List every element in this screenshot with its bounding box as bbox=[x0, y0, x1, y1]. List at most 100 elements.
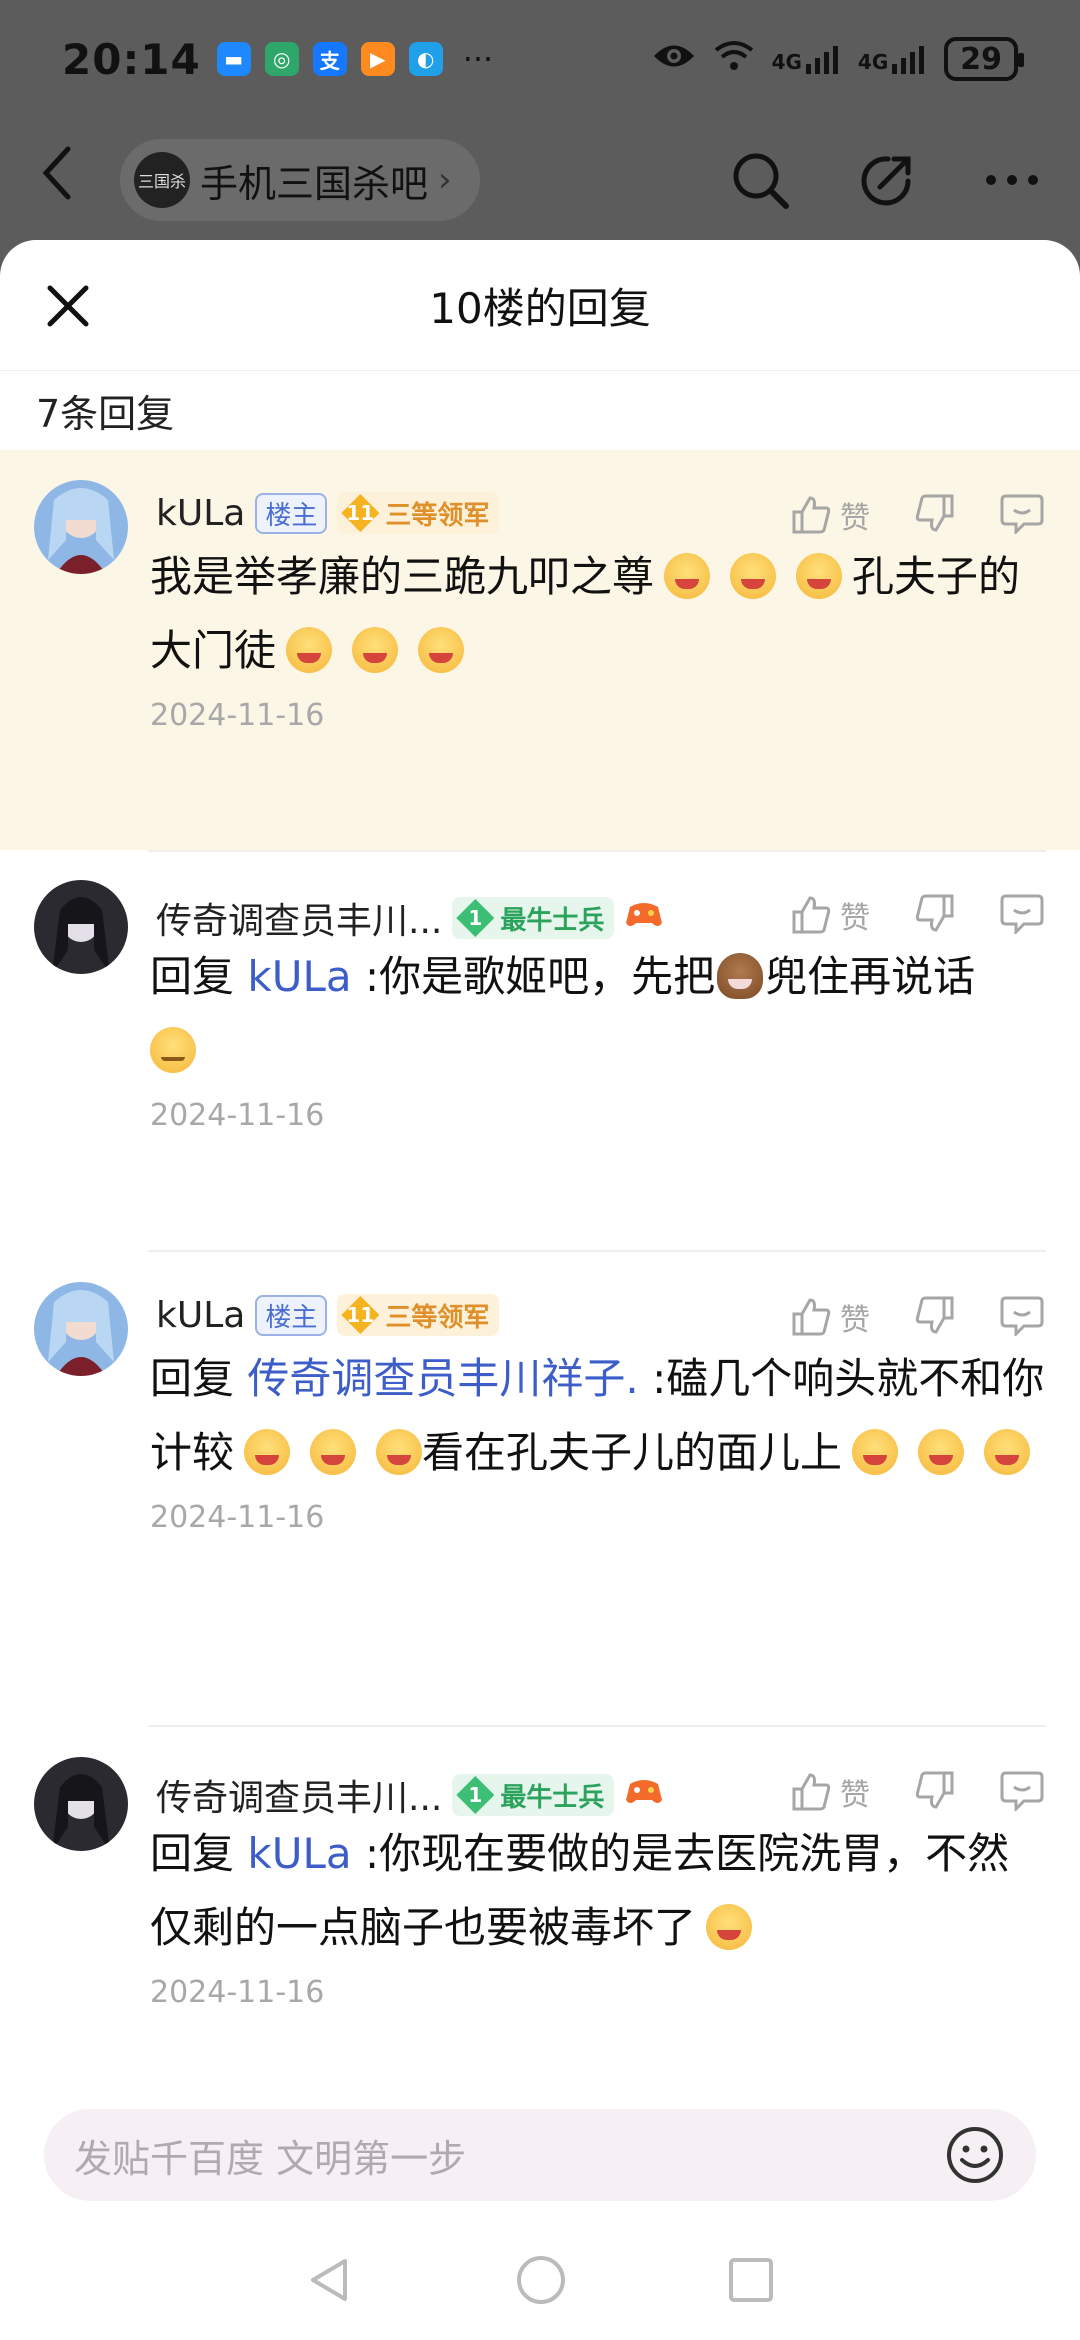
level-name: 最牛士兵 bbox=[500, 905, 605, 936]
close-icon bbox=[47, 285, 89, 327]
reply-prefix: 回复 bbox=[150, 1829, 235, 1878]
reply-input[interactable]: 发贴千百度 文明第一步 bbox=[44, 2109, 1036, 2201]
sheet-header: 10楼的回复 bbox=[0, 240, 1080, 370]
like-button[interactable]: 赞 bbox=[790, 1770, 870, 1814]
mention-link[interactable]: kULa bbox=[247, 952, 351, 1001]
forum-chip[interactable]: 三国杀 手机三国杀吧 › bbox=[120, 139, 480, 221]
like-label: 赞 bbox=[840, 901, 870, 936]
author-name[interactable]: 传奇调查员丰川... bbox=[156, 892, 442, 944]
signal-2: 4G bbox=[858, 44, 926, 74]
level-name: 三等领军 bbox=[385, 500, 490, 531]
author-row: kULa 楼主 11 三等领军 bbox=[156, 1294, 500, 1336]
reply-item: kULa 楼主 11 三等领军 赞 bbox=[0, 1250, 1080, 1725]
chevron-left-icon bbox=[42, 146, 71, 199]
comment-icon bbox=[1000, 1771, 1044, 1813]
laugh-emoji-icon bbox=[664, 553, 711, 599]
avatar[interactable] bbox=[34, 880, 128, 974]
laugh-emoji-icon bbox=[286, 627, 333, 673]
thumb-up-icon bbox=[792, 1298, 831, 1336]
signal-1: 4G bbox=[772, 44, 840, 74]
comment-icon bbox=[1000, 894, 1044, 936]
browser-app-icon: ◐ bbox=[408, 42, 443, 76]
forum-logo: 三国杀 bbox=[134, 152, 190, 208]
reply-list: kULa 楼主 11 三等领军 赞 我是举孝廉的三跪九叩之尊 孔夫子的大门徒 2… bbox=[0, 450, 1080, 2125]
reply-text: 兜住再说话 bbox=[765, 952, 976, 1001]
reply-count: 7条回复 bbox=[0, 370, 1080, 450]
status-indicators: 4G 4G 29 bbox=[652, 37, 1024, 81]
reply-actions: 赞 bbox=[790, 1769, 1044, 1815]
network-type-label: 4G bbox=[857, 50, 889, 74]
share-icon[interactable] bbox=[858, 151, 916, 209]
comment-icon bbox=[1000, 1296, 1044, 1338]
comment-button[interactable] bbox=[1000, 492, 1044, 538]
laugh-emoji-icon bbox=[706, 1904, 753, 1950]
avatar[interactable] bbox=[34, 480, 128, 574]
like-label: 赞 bbox=[840, 1303, 870, 1338]
signal-bars-icon bbox=[892, 46, 925, 74]
comment-button[interactable] bbox=[1000, 892, 1044, 938]
like-button[interactable]: 赞 bbox=[790, 893, 870, 937]
mention-link[interactable]: kULa bbox=[247, 1829, 351, 1878]
like-button[interactable]: 赞 bbox=[790, 1295, 870, 1339]
laugh-emoji-icon bbox=[918, 1429, 965, 1475]
divider bbox=[148, 850, 1046, 852]
like-button[interactable]: 赞 bbox=[790, 493, 870, 537]
nav-recents-icon[interactable] bbox=[727, 2256, 775, 2304]
search-icon[interactable] bbox=[730, 150, 790, 210]
level-number: 11 bbox=[346, 501, 375, 525]
reply-date: 2024-11-16 bbox=[150, 1098, 325, 1133]
dislike-button[interactable] bbox=[914, 1769, 956, 1815]
thumb-down-icon bbox=[915, 1771, 954, 1809]
dislike-button[interactable] bbox=[914, 1294, 956, 1340]
forum-name: 手机三国杀吧 bbox=[200, 161, 429, 206]
nav-back-icon[interactable] bbox=[305, 2255, 355, 2305]
clock: 20:14 bbox=[62, 34, 201, 84]
reply-item: kULa 楼主 11 三等领军 赞 bbox=[0, 450, 1080, 850]
reply-content: 回复 传奇调查员丰川祥子. :磕几个响头就不和你计较 看在孔夫子儿的面儿上 bbox=[0, 1252, 1080, 1490]
comment-button[interactable] bbox=[1000, 1294, 1044, 1340]
eye-icon bbox=[652, 41, 696, 78]
more-icon[interactable] bbox=[984, 173, 1040, 187]
reply-actions: 赞 bbox=[790, 892, 1044, 938]
sweat-emoji-icon bbox=[150, 1027, 196, 1073]
reply-input-placeholder: 发贴千百度 文明第一步 bbox=[74, 2136, 467, 2181]
bank-app-icon: ◎ bbox=[264, 42, 299, 76]
video-app-icon: ▶ bbox=[360, 42, 395, 76]
avatar[interactable] bbox=[34, 1282, 128, 1376]
nav-home-icon[interactable] bbox=[515, 2254, 567, 2306]
author-name[interactable]: kULa bbox=[156, 493, 245, 534]
avatar[interactable] bbox=[34, 1757, 128, 1851]
level-badge: 1 最牛士兵 bbox=[452, 897, 615, 939]
author-name[interactable]: kULa bbox=[156, 1295, 245, 1336]
reply-text: 我是举孝廉的三跪九叩之尊 bbox=[150, 552, 655, 601]
author-row: kULa 楼主 11 三等领军 bbox=[156, 492, 500, 534]
poop-emoji-icon bbox=[717, 953, 764, 999]
owner-tag: 楼主 bbox=[255, 492, 328, 534]
like-label: 赞 bbox=[840, 1778, 870, 1813]
author-name[interactable]: 传奇调查员丰川... bbox=[156, 1769, 442, 1821]
signal-bars-icon bbox=[805, 46, 838, 74]
reply-actions: 赞 bbox=[790, 1294, 1044, 1340]
thumb-down-icon bbox=[915, 494, 954, 532]
level-diamond-icon: 1 bbox=[456, 1776, 495, 1814]
smirk-emoji-icon bbox=[310, 1429, 357, 1475]
dislike-button[interactable] bbox=[914, 892, 956, 938]
laugh-emoji-icon bbox=[730, 553, 777, 599]
emoji-picker-icon[interactable] bbox=[944, 2124, 1006, 2186]
thumb-up-icon bbox=[792, 496, 831, 534]
back-button[interactable] bbox=[40, 145, 100, 216]
thumb-down-icon bbox=[915, 1296, 954, 1334]
level-diamond-icon: 11 bbox=[341, 1296, 380, 1334]
chevron-right-icon: › bbox=[438, 160, 452, 200]
mention-link[interactable]: 传奇调查员丰川祥子. bbox=[247, 1354, 638, 1403]
reply-item: 传奇调查员丰川... 1 最牛士兵 赞 bbox=[0, 1725, 1080, 2125]
dislike-button[interactable] bbox=[914, 492, 956, 538]
level-badge: 11 三等领军 bbox=[337, 492, 500, 534]
comment-button[interactable] bbox=[1000, 1769, 1044, 1815]
level-name: 最牛士兵 bbox=[500, 1782, 605, 1813]
like-label: 赞 bbox=[840, 501, 870, 536]
message-app-icon: ▬ bbox=[216, 42, 251, 76]
game-badge-icon bbox=[624, 1775, 664, 1815]
reply-content: 回复 kULa :你是歌姬吧，先把 兜住再说话 bbox=[0, 850, 1080, 1088]
close-button[interactable] bbox=[38, 276, 98, 336]
